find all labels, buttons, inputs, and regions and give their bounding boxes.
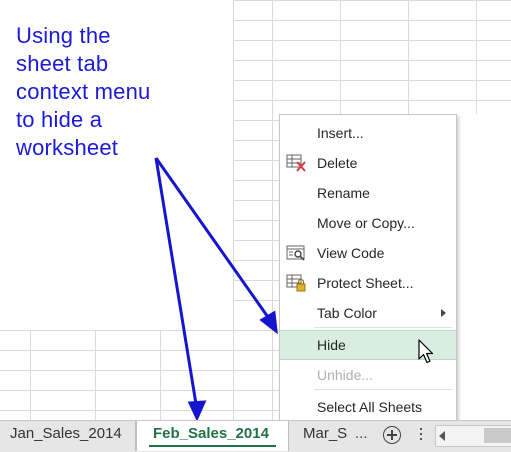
delete-sheet-icon: [286, 154, 306, 172]
menu-item-tab-color[interactable]: Tab Color: [280, 299, 456, 327]
annotation-line: context menu: [16, 79, 151, 104]
menu-item-view-code[interactable]: View Code: [280, 239, 456, 267]
menu-item-label: Hide: [317, 337, 346, 353]
submenu-arrow-icon: [441, 309, 446, 317]
menu-item-label: Move or Copy...: [317, 215, 415, 231]
sheet-tab-feb-sales-2014[interactable]: Feb_Sales_2014: [136, 421, 289, 451]
sheet-tab-jan-sales-2014[interactable]: Jan_Sales_2014: [0, 421, 136, 451]
triangle-left-icon[interactable]: [439, 431, 445, 441]
menu-item-protect-sheet[interactable]: Protect Sheet...: [280, 269, 456, 297]
sheet-tab-label: Jan_Sales_2014: [10, 425, 122, 442]
protect-sheet-icon: [286, 274, 306, 292]
menu-item-label: Rename: [317, 185, 370, 201]
menu-item-label: Protect Sheet...: [317, 275, 414, 291]
menu-item-label: Insert...: [317, 125, 364, 141]
view-code-icon: [286, 245, 305, 261]
scrollbar-thumb[interactable]: [484, 428, 511, 443]
menu-separator: [314, 327, 452, 328]
menu-item-label: Unhide...: [317, 367, 374, 383]
plus-circle-icon[interactable]: [383, 426, 401, 444]
mouse-pointer-icon: [418, 339, 434, 364]
menu-item-label: Delete: [317, 155, 358, 171]
vertical-dots-icon[interactable]: [419, 425, 423, 445]
menu-item-insert[interactable]: Insert...: [280, 119, 456, 147]
annotation-line: to hide a: [16, 107, 103, 132]
sheet-tab-context-menu: Insert... Delete Rename Move or Copy... …: [279, 114, 457, 422]
horizontal-scrollbar[interactable]: [435, 425, 511, 447]
menu-item-label: Select All Sheets: [317, 399, 423, 415]
sheet-tab-mar[interactable]: Mar_S: [303, 421, 351, 451]
menu-item-unhide: Unhide...: [280, 361, 456, 389]
menu-item-label: Tab Color: [317, 305, 377, 321]
menu-separator: [314, 389, 452, 390]
menu-item-move-or-copy[interactable]: Move or Copy...: [280, 209, 456, 237]
annotation-line: sheet tab: [16, 51, 109, 76]
menu-item-select-all-sheets[interactable]: Select All Sheets: [280, 393, 456, 421]
annotation-line: worksheet: [16, 135, 119, 160]
annotation-line: Using the: [16, 23, 111, 48]
sheet-tab-label: Mar_S: [303, 425, 348, 442]
more-sheets-button[interactable]: ...: [355, 421, 368, 447]
sheet-tab-label: Feb_Sales_2014: [153, 425, 269, 442]
annotation-callout: Using the sheet tab context menu to hide…: [16, 22, 216, 162]
menu-item-rename[interactable]: Rename: [280, 179, 456, 207]
menu-item-delete[interactable]: Delete: [280, 149, 456, 177]
sheet-tab-bar: Jan_Sales_2014 Feb_Sales_2014 Mar_S ...: [0, 420, 511, 452]
menu-item-label: View Code: [317, 245, 385, 261]
